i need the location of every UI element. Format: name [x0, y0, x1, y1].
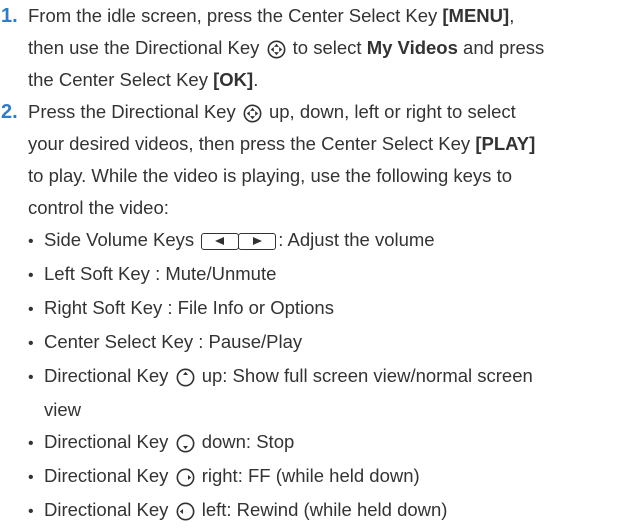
text-line: From the idle screen, press the Center S… — [28, 5, 515, 26]
step-number: 2. — [1, 101, 18, 123]
bullet: • — [28, 267, 34, 284]
bullet: • — [28, 503, 34, 520]
step-2: 2. Press the Directional Key up, down, l… — [0, 96, 640, 528]
bullet: • — [28, 369, 34, 386]
bullet: • — [28, 301, 34, 318]
directional-key-icon — [243, 104, 262, 123]
volume-down-key-icon — [201, 232, 240, 250]
step-number: 1. — [1, 5, 18, 27]
directional-right-icon — [176, 468, 195, 487]
text-line: Press the Directional Key up, down, left… — [28, 101, 516, 123]
volume-keys — [201, 232, 277, 250]
list-item: • Center Select Key : Pause/Play — [28, 326, 640, 360]
instructions: 1. From the idle screen, press the Cente… — [0, 0, 640, 528]
text-line: to play. While the video is playing, use… — [28, 165, 512, 186]
text-line: your desired videos, then press the Cent… — [28, 133, 536, 154]
directional-down-icon — [176, 434, 195, 453]
list-item: • Directional Key left: Rewind (while hel… — [28, 494, 640, 528]
volume-up-key-icon — [238, 232, 277, 250]
directional-key-icon — [267, 40, 286, 59]
key-list: • Side Volume Keys : Adjust the volume • L… — [28, 224, 640, 528]
directional-left-icon — [176, 502, 195, 521]
list-item: • Left Soft Key : Mute/Unmute — [28, 258, 640, 292]
bullet: • — [28, 233, 34, 250]
list-item: • Side Volume Keys : Adjust the volume — [28, 224, 640, 258]
bullet: • — [28, 335, 34, 352]
text-line: control the video: — [28, 197, 169, 218]
text-line: then use the Directional Key to select M… — [28, 37, 545, 59]
list-item: • Directional Key right: FF (while held d… — [28, 460, 640, 494]
directional-up-icon — [176, 368, 195, 387]
list-item: • Directional Key up: Show full screen vi… — [28, 360, 640, 394]
list-item: • Right Soft Key : File Info or Options — [28, 292, 640, 326]
bullet: • — [28, 469, 34, 486]
text-line: the Center Select Key [OK]. — [28, 69, 259, 90]
list-item: • Directional Key down: Stop — [28, 426, 640, 460]
bullet: • — [28, 435, 34, 452]
step-1: 1. From the idle screen, press the Cente… — [0, 0, 640, 96]
list-item-continuation: view — [44, 399, 82, 420]
